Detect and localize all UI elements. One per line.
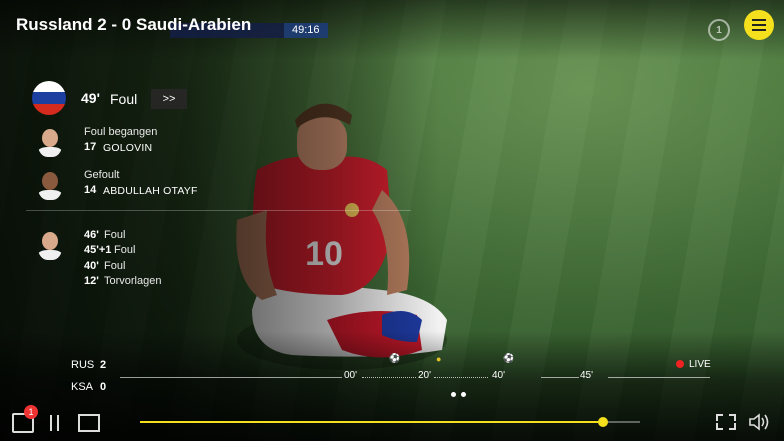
avatar-otayf bbox=[38, 170, 62, 200]
menu-icon-bar bbox=[752, 29, 766, 31]
progress-knob[interactable] bbox=[597, 417, 608, 427]
bottom-shade bbox=[0, 331, 784, 441]
scorebug-time: 49:16 bbox=[284, 23, 328, 38]
live-label[interactable]: LIVE bbox=[689, 359, 711, 370]
divider bbox=[26, 210, 411, 211]
timeline-track bbox=[362, 377, 416, 379]
timeline-tick: 45' bbox=[580, 370, 594, 381]
stat-minute: 40' bbox=[84, 260, 99, 272]
channel-logo: 1 bbox=[708, 19, 730, 41]
stat-minute: 45'+1 bbox=[84, 244, 112, 256]
next-event-button[interactable]: >> bbox=[151, 89, 187, 109]
avatar-player-stats bbox=[38, 230, 62, 260]
stat-text: Foul bbox=[104, 260, 126, 272]
timeline-tick: 20' bbox=[418, 370, 432, 381]
committed-label: Foul begangen bbox=[84, 126, 158, 138]
progress-bar[interactable] bbox=[140, 417, 640, 427]
pager-dot[interactable] bbox=[451, 392, 456, 397]
russia-flag-icon bbox=[32, 81, 66, 115]
goal-ball-icon[interactable]: ⚽ bbox=[389, 353, 400, 364]
volume-icon[interactable] bbox=[748, 413, 770, 431]
avatar-golovin bbox=[38, 127, 62, 157]
event-type: Foul bbox=[110, 91, 138, 107]
victim-player: ABDULLAH OTAYF bbox=[103, 185, 198, 197]
away-team: KSA bbox=[71, 381, 94, 393]
live-dot-icon bbox=[676, 360, 684, 368]
home-team: RUS bbox=[71, 359, 95, 371]
chat-badge: 1 bbox=[24, 405, 38, 419]
event-list-icon[interactable] bbox=[78, 414, 100, 432]
away-score: 0 bbox=[100, 381, 107, 393]
committed-player: GOLOVIN bbox=[103, 142, 153, 154]
goal-ball-icon[interactable]: ⚽ bbox=[503, 353, 514, 364]
timeline-track bbox=[434, 377, 488, 379]
stat-text: Torvorlagen bbox=[104, 275, 162, 287]
home-score: 2 bbox=[100, 359, 107, 371]
timeline-track bbox=[120, 377, 342, 378]
pager-dot[interactable] bbox=[461, 392, 466, 397]
committed-number: 17 bbox=[84, 141, 97, 153]
menu-icon-bar bbox=[752, 19, 766, 21]
stat-text: Foul bbox=[104, 229, 126, 241]
card-marker-icon[interactable]: ● bbox=[436, 354, 441, 364]
pause-button[interactable] bbox=[50, 415, 59, 431]
flag-stripe-blue bbox=[32, 92, 66, 104]
timeline-tick: 00' bbox=[344, 370, 358, 381]
match-title: Russland 2 - 0 Saudi-Arabien bbox=[16, 15, 252, 34]
event-minute: 49' bbox=[81, 90, 100, 106]
menu-button[interactable] bbox=[744, 10, 774, 40]
victim-number: 14 bbox=[84, 184, 97, 196]
progress-fill bbox=[140, 421, 603, 423]
fullscreen-icon[interactable] bbox=[716, 414, 736, 430]
timeline-tick: 40' bbox=[492, 370, 506, 381]
timeline-track bbox=[541, 377, 579, 378]
menu-icon-bar bbox=[752, 24, 766, 26]
stat-minute: 46' bbox=[84, 229, 99, 241]
stat-text: Foul bbox=[114, 244, 136, 256]
victim-label: Gefoult bbox=[84, 169, 120, 181]
timeline-track bbox=[608, 377, 710, 378]
stat-minute: 12' bbox=[84, 275, 99, 287]
